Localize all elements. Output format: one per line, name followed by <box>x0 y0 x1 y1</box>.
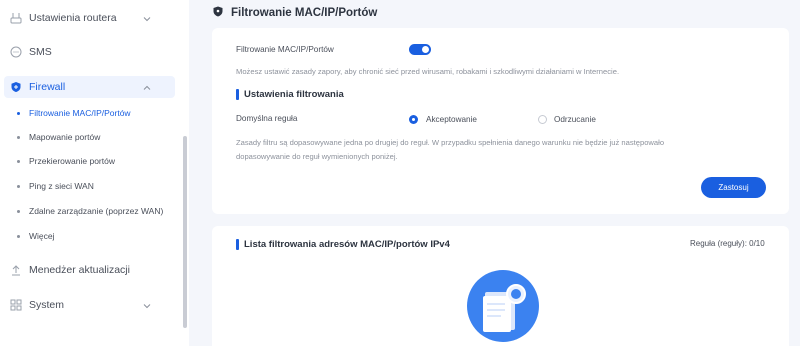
shield-icon <box>10 81 22 93</box>
system-grid-icon <box>10 299 22 311</box>
sidebar-item-label: Menedżer aktualizacji <box>29 264 130 276</box>
empty-list-illustration <box>467 270 539 342</box>
filter-toggle-switch[interactable] <box>409 44 431 55</box>
chevron-up-icon <box>143 83 151 91</box>
radio-accept-label[interactable]: Akceptowanie <box>426 115 477 124</box>
sidebar-subitem-label: Mapowanie portów <box>29 132 101 142</box>
filter-settings-section-title: Ustawienia filtrowania <box>236 89 344 100</box>
radio-reject[interactable] <box>538 115 547 124</box>
filter-toggle-label: Filtrowanie MAC/IP/Portów <box>236 45 334 54</box>
radio-reject-label[interactable]: Odrzucanie <box>554 115 596 124</box>
bullet-icon <box>17 160 20 163</box>
page-title: Filtrowanie MAC/IP/Portów <box>231 7 378 19</box>
bullet-icon <box>17 210 20 213</box>
sidebar-subitem-label: Filtrowanie MAC/IP/Portów <box>29 108 131 118</box>
filter-list-card: Lista filtrowania adresów MAC/IP/portów … <box>212 226 789 346</box>
router-settings-icon <box>10 12 22 24</box>
bullet-icon <box>17 235 20 238</box>
chevron-down-icon <box>143 14 151 22</box>
section-accent-bar <box>236 239 239 250</box>
bullet-icon <box>17 185 20 188</box>
sidebar-subitem-label: Przekierowanie portów <box>29 156 115 166</box>
chevron-down-icon <box>143 301 151 309</box>
filter-note-line2: dopasowywanie do reguł wymienionych poni… <box>236 152 398 161</box>
rule-count: Reguła (reguły): 0/10 <box>690 239 765 248</box>
page-header: Filtrowanie MAC/IP/Portów <box>213 4 377 22</box>
sidebar-subitem-label: Ping z sieci WAN <box>29 181 94 191</box>
toggle-knob <box>422 46 429 53</box>
sidebar-item-router-settings[interactable]: Ustawienia routera <box>0 11 180 25</box>
apply-button[interactable]: Zastosuj <box>701 177 766 198</box>
section-title-text: Lista filtrowania adresów MAC/IP/portów … <box>244 239 450 250</box>
default-rule-label: Domyślna reguła <box>236 114 298 123</box>
filter-description: Możesz ustawić zasady zapory, aby chroni… <box>236 67 620 76</box>
filter-settings-card: Filtrowanie MAC/IP/Portów Możesz ustawić… <box>212 28 789 214</box>
sidebar: Ustawienia routera SMS Firewall Filtrowa… <box>0 0 189 346</box>
radio-accept[interactable] <box>409 115 418 124</box>
sms-icon <box>10 46 22 58</box>
filter-list-title: Lista filtrowania adresów MAC/IP/portów … <box>236 239 450 250</box>
sidebar-item-firewall[interactable]: Firewall <box>0 80 180 94</box>
section-title-text: Ustawienia filtrowania <box>244 89 344 100</box>
upgrade-icon <box>10 264 22 276</box>
bullet-icon <box>17 136 20 139</box>
sidebar-item-system[interactable]: System <box>0 298 180 312</box>
sidebar-scrollbar[interactable] <box>183 136 187 328</box>
shield-icon <box>213 4 223 22</box>
sidebar-item-label: Firewall <box>29 81 66 93</box>
sidebar-subitem-label: Więcej <box>29 231 55 241</box>
section-accent-bar <box>236 89 239 100</box>
sidebar-item-sms[interactable]: SMS <box>0 45 180 59</box>
sidebar-item-label: Ustawienia routera <box>29 12 117 24</box>
sidebar-item-label: SMS <box>29 46 52 58</box>
sidebar-item-upgrade-manager[interactable]: Menedżer aktualizacji <box>0 263 180 277</box>
bullet-icon <box>17 112 20 115</box>
sidebar-item-label: System <box>29 299 65 311</box>
sidebar-subitem-label: Zdalne zarządzanie (poprzez WAN) <box>29 206 164 216</box>
